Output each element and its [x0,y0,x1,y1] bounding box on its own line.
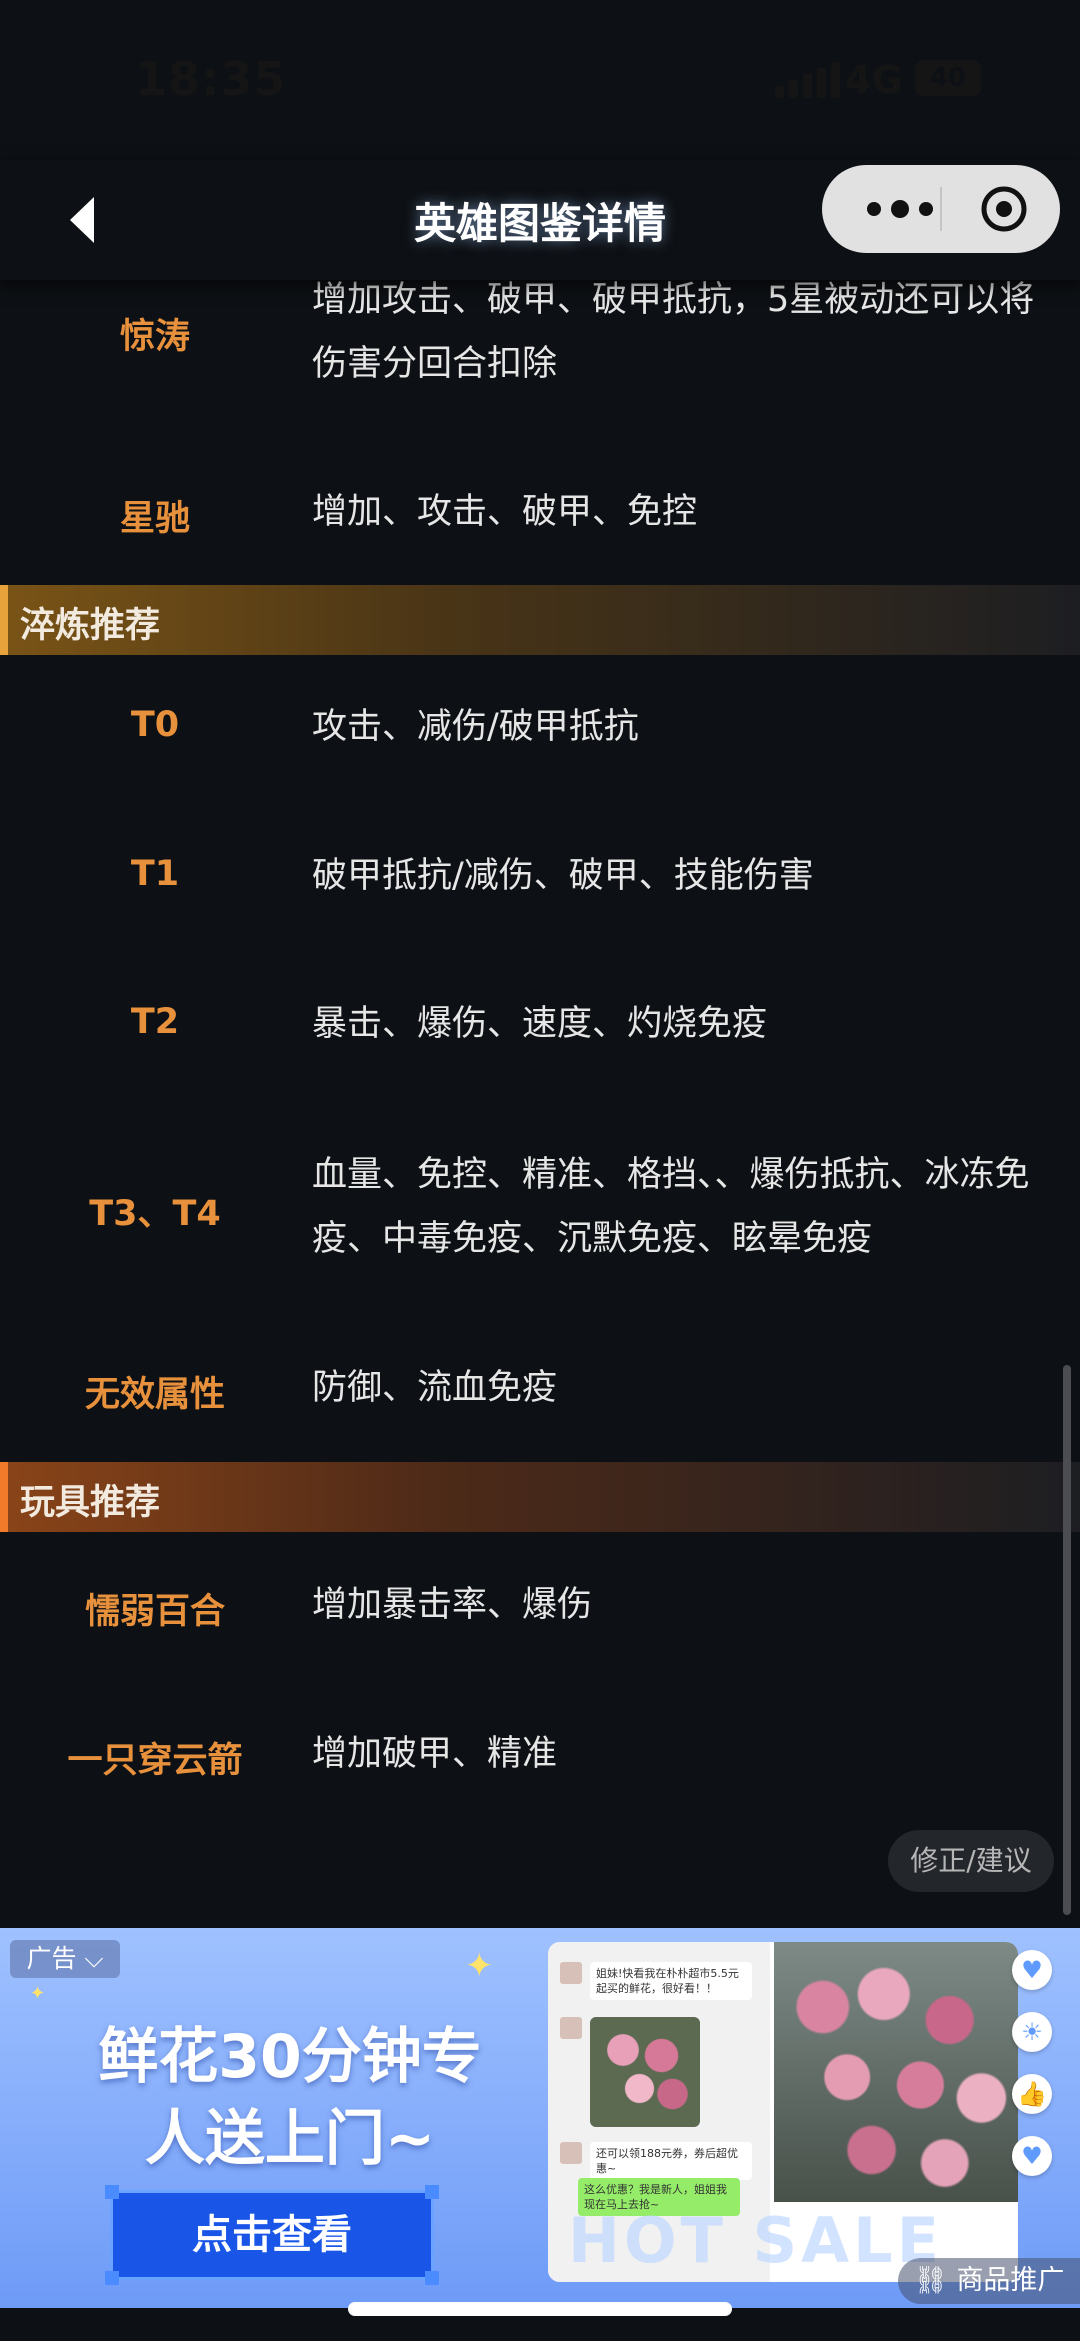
attr-key: T1 [130,854,180,894]
attr-row: T0 攻击、减伤/破甲抵抗 [0,695,1080,765]
section-title: 淬炼推荐 [20,606,161,646]
network-type: 4G [845,58,903,102]
product-promo-label[interactable]: ⛓ 商品推广 [898,2258,1080,2304]
attr-key: 星驰 [119,499,190,539]
avatar [560,2142,582,2164]
attr-row: 惊涛 增加攻击、破甲、破甲抵抗，5星被动还可以将伤害分回合扣除 [0,268,1080,398]
attr-key: 一只穿云箭 [67,1741,243,1781]
more-dots-icon[interactable] [860,195,940,223]
avatar [560,2017,582,2039]
nav-bar: 英雄图鉴详情 [0,160,1080,280]
attr-key: 惊涛 [119,317,190,357]
attr-value: 暴击、爆伤、速度、灼烧免疫 [312,1004,768,1044]
section-header-toys: 玩具推荐 [0,1462,1080,1532]
signal-icon [775,62,845,98]
attr-key: 懦弱百合 [84,1592,225,1632]
section-title: 玩具推荐 [20,1483,161,1523]
section-accent-bar [0,1462,8,1532]
attr-row: 无效属性 防御、流血免疫 [0,1356,1080,1426]
scrollbar[interactable] [1063,1365,1071,1915]
attr-value: 破甲抵抗/减伤、破甲、技能伤害 [312,856,814,896]
ad-headline: 鲜花30分钟专 [98,2022,482,2092]
chat-bubble: 姐妹!快看我在朴朴超市5.5元起买的鲜花，很好看！！ [590,1962,752,2000]
hot-sale-overlay: HOT SALE [568,2204,943,2277]
heart-icon: ♥ [1012,2136,1052,2176]
chevron-down-icon: ⌵ [84,1944,104,1973]
attr-key: 无效属性 [84,1375,225,1415]
chat-bubble: 还可以领188元券，券后超优惠~ [590,2142,752,2180]
status-bar: 18:35 4G 40 [0,0,1080,160]
sun-icon: ☀ [1012,2012,1052,2052]
attr-value: 防御、流血免疫 [312,1368,558,1408]
attr-value: 增加攻击、破甲、破甲抵抗，5星被动还可以将伤害分回合扣除 [312,280,1035,384]
promo-icon: ⛓ [913,2265,948,2296]
ad-side-icons: ♥ ☀ 👍 ♥ [1012,1950,1052,2198]
thumbs-up-icon: 👍 [1012,2074,1052,2114]
attr-row: T2 暴击、爆伤、速度、灼烧免疫 [0,992,1080,1062]
ad-headline: 人送上门~ [144,2104,436,2174]
capsule-divider [940,187,942,231]
roses-photo [590,2017,700,2127]
status-time: 18:35 [135,52,287,106]
attr-key: T2 [130,1002,180,1042]
avatar [560,1962,582,1984]
attr-value: 血量、免控、精准、格挡、、爆伤抵抗、冰冻免疫、中毒免疫、沉默免疫、眩晕免疫 [312,1155,1030,1259]
ad-cta-label: 点击查看 [192,2212,352,2258]
attr-value: 增加破甲、精准 [312,1734,558,1774]
mini-program-capsule [822,165,1060,253]
section-header-refine: 淬炼推荐 [0,585,1080,655]
ad-cta-button[interactable]: 点击查看 [105,2185,439,2285]
attr-value: 攻击、减伤/破甲抵抗 [312,707,639,747]
roses-bouquet-photo [774,1942,1018,2202]
battery-icon: 40 [915,60,981,96]
ad-tag[interactable]: 广告 ⌵ [10,1940,120,1978]
ad-tag-label: 广告 [26,1944,77,1973]
correction-suggestion-button[interactable]: 修正/建议 [888,1830,1054,1892]
sparkle-icon: ✦ [465,1946,494,1986]
ad-banner[interactable]: 广告 ⌵ ✦ ✦ 鲜花30分钟专 人送上门~ 点击查看 姐妹!快看我在朴朴超市5… [0,1928,1080,2308]
home-indicator[interactable] [348,2302,732,2316]
attr-row: 一只穿云箭 增加破甲、精准 [0,1722,1080,1792]
attr-row: 懦弱百合 增加暴击率、爆伤 [0,1573,1080,1643]
heart-icon: ♥ [1012,1950,1052,1990]
attr-row: 星驰 增加、攻击、破甲、免控 [0,480,1080,550]
attr-value: 增加、攻击、破甲、免控 [312,492,698,532]
section-accent-bar [0,585,8,655]
attr-row: T3、T4 血量、免控、精准、格挡、、爆伤抵抗、冰冻免疫、中毒免疫、沉默免疫、眩… [0,1143,1080,1273]
ad-image-card: 姐妹!快看我在朴朴超市5.5元起买的鲜花，很好看！！ 还可以领188元券，券后超… [548,1942,1018,2282]
target-icon[interactable] [980,185,1028,233]
attr-key: T3、T4 [89,1194,221,1234]
attr-value: 增加暴击率、爆伤 [312,1585,593,1625]
attr-key: T0 [130,705,180,745]
attr-row: T1 破甲抵抗/减伤、破甲、技能伤害 [0,844,1080,914]
sparkle-icon: ✦ [30,1983,46,2004]
promo-text: 商品推广 [956,2265,1065,2296]
